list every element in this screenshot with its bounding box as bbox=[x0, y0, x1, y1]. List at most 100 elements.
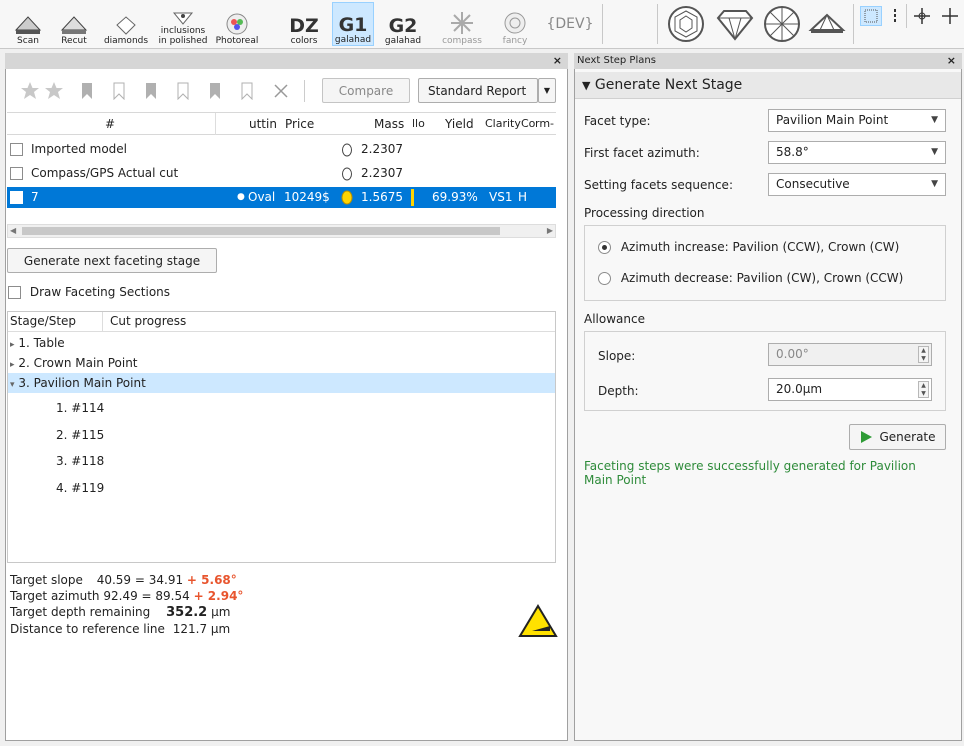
bottom-view-button[interactable] bbox=[760, 2, 804, 46]
spin-arrows-icon[interactable]: ▲ ▼ bbox=[918, 381, 929, 398]
move-tool-button[interactable] bbox=[912, 6, 934, 26]
col-color-icon[interactable]: llo bbox=[412, 113, 425, 135]
bookmark-icon[interactable] bbox=[208, 82, 222, 100]
col-mass[interactable]: Mass bbox=[374, 113, 404, 135]
chevron-down-icon: ▼ bbox=[931, 179, 938, 189]
sequence-select[interactable]: Consecutive ▼ bbox=[768, 173, 946, 196]
models-toolbar bbox=[20, 80, 320, 102]
target-info: Target slope 40.59 = 34.91 + 5.68° Targe… bbox=[10, 572, 430, 637]
row-checkbox[interactable] bbox=[10, 167, 23, 180]
chevron-down-icon[interactable]: ▾ bbox=[10, 380, 15, 390]
horizontal-scrollbar[interactable]: ◀ ▶ bbox=[7, 224, 556, 238]
azimuth-increase-radio[interactable]: Azimuth increase: Pavilion (CCW), Crown … bbox=[598, 240, 899, 254]
bookmark-outline-icon[interactable] bbox=[240, 82, 254, 100]
chevron-right-icon[interactable]: ▸ bbox=[10, 340, 15, 350]
compare-button[interactable]: Compare bbox=[322, 78, 410, 103]
close-icon[interactable]: × bbox=[947, 53, 956, 69]
draw-sections-checkbox[interactable]: Draw Faceting Sections bbox=[8, 284, 170, 302]
toolbar-divider bbox=[304, 80, 305, 102]
sequence-label: Setting facets sequence: bbox=[584, 178, 733, 192]
bookmark-outline-icon[interactable] bbox=[176, 82, 190, 100]
status-message: Faceting steps were successfully generat… bbox=[584, 459, 916, 487]
first-azimuth-select[interactable]: 58.8° ▼ bbox=[768, 141, 946, 164]
toolbar-divider bbox=[602, 4, 603, 44]
dz-colors-button[interactable]: DZ colors bbox=[283, 2, 325, 46]
bookmark-icon[interactable] bbox=[144, 82, 158, 100]
col-form[interactable]: rm- bbox=[535, 113, 554, 135]
table-row-selected[interactable]: 7 ● Oval 10249$ 1.5675 69.93% VS1 H bbox=[7, 187, 556, 208]
col-clarity[interactable]: Clarity bbox=[485, 113, 525, 135]
diamond-profile-icon bbox=[808, 13, 846, 33]
grid-view-button[interactable] bbox=[860, 6, 882, 26]
compass-button[interactable]: compass bbox=[440, 2, 484, 46]
chevron-down-icon: ▼ bbox=[931, 147, 938, 157]
scrollbar-thumb[interactable] bbox=[22, 227, 500, 235]
grid-icon bbox=[864, 9, 878, 23]
col-yield[interactable]: Yield bbox=[445, 113, 474, 135]
tree-item[interactable]: ▸ 1. Table bbox=[8, 333, 555, 353]
fancy-button[interactable]: fancy bbox=[495, 2, 535, 46]
close-icon[interactable]: × bbox=[553, 53, 562, 69]
generate-button[interactable]: Generate bbox=[849, 424, 946, 450]
facet-type-select[interactable]: Pavilion Main Point ▼ bbox=[768, 109, 946, 132]
report-dropdown-button[interactable]: ▼ bbox=[538, 78, 556, 103]
tree-item-selected[interactable]: ▾ 3. Pavilion Main Point bbox=[8, 373, 555, 393]
row-checkbox[interactable] bbox=[10, 143, 23, 156]
target-azimuth-line: Target azimuth 92.49 = 89.54 + 2.94° bbox=[10, 589, 244, 603]
col-number[interactable]: # bbox=[105, 113, 115, 135]
col-color[interactable]: Co bbox=[521, 113, 535, 135]
compass-icon bbox=[451, 12, 473, 34]
scroll-right-icon[interactable]: ▶ bbox=[547, 225, 553, 237]
col-stage-step[interactable]: Stage/Step bbox=[10, 312, 76, 331]
col-cutting[interactable]: uttin bbox=[249, 113, 277, 135]
slope-label: Slope: bbox=[598, 349, 636, 363]
standard-report-button[interactable]: Standard Report bbox=[418, 78, 538, 103]
bookmark-icon[interactable] bbox=[80, 82, 94, 100]
step-item[interactable]: 2. #115 bbox=[56, 425, 104, 445]
spin-arrows-icon[interactable]: ▲ ▼ bbox=[918, 346, 929, 363]
scroll-left-icon[interactable]: ◀ bbox=[10, 225, 16, 237]
step-item[interactable]: 3. #118 bbox=[56, 451, 104, 471]
col-price[interactable]: Price bbox=[285, 113, 314, 135]
table-row[interactable]: Imported model 2.2307 bbox=[7, 139, 556, 160]
list-view-button[interactable] bbox=[888, 6, 902, 26]
scan-button[interactable]: Scan bbox=[8, 2, 48, 46]
round-view-button[interactable] bbox=[664, 2, 708, 46]
generate-next-stage-button[interactable]: Generate next faceting stage bbox=[7, 248, 217, 273]
step-item[interactable]: 1. #114 bbox=[56, 398, 104, 418]
target-depth-line: Target depth remaining 352.2 μm bbox=[10, 605, 231, 620]
table-row[interactable]: Compass/GPS Actual cut 2.2307 bbox=[7, 163, 556, 184]
move-icon bbox=[914, 8, 930, 24]
photoreal-icon bbox=[226, 13, 248, 35]
main-toolbar: Scan Recut diamonds inclusions in polish… bbox=[0, 0, 964, 49]
step-item[interactable]: 4. #119 bbox=[56, 478, 104, 498]
bookmark-outline-icon[interactable] bbox=[112, 82, 126, 100]
side-view-button[interactable] bbox=[712, 2, 758, 46]
star-icon[interactable] bbox=[44, 80, 64, 100]
recut-button[interactable]: Recut bbox=[54, 2, 94, 46]
round-diamond-top-icon bbox=[668, 6, 704, 42]
move-axis-button[interactable] bbox=[940, 6, 962, 26]
toolbar-divider bbox=[657, 4, 658, 44]
azimuth-decrease-radio[interactable]: Azimuth decrease: Pavilion (CW), Crown (… bbox=[598, 271, 903, 285]
right-panel-titlebar: Next Step Plans × bbox=[574, 53, 962, 69]
recut-icon bbox=[60, 16, 88, 34]
tree-item[interactable]: ▸ 2. Crown Main Point bbox=[8, 353, 555, 373]
chevron-right-icon[interactable]: ▸ bbox=[10, 360, 15, 370]
dev-button[interactable]: {DEV} bbox=[546, 2, 594, 46]
chevron-down-icon: ▼ bbox=[931, 115, 938, 125]
delete-icon[interactable] bbox=[272, 82, 290, 100]
g2-galahad-button[interactable]: G2 galahad bbox=[382, 2, 424, 46]
slope-spinbox[interactable]: 0.00° ▲ ▼ bbox=[768, 343, 932, 366]
col-cut-progress[interactable]: Cut progress bbox=[110, 312, 186, 331]
profile-view-button[interactable] bbox=[806, 2, 848, 46]
inclusions-button[interactable]: inclusions in polished bbox=[158, 2, 208, 46]
diamonds-button[interactable]: diamonds bbox=[102, 2, 150, 46]
g1-galahad-button[interactable]: G1 galahad bbox=[332, 2, 374, 46]
star-icon[interactable] bbox=[20, 80, 40, 100]
photoreal-button[interactable]: Photoreal bbox=[212, 2, 262, 46]
depth-spinbox[interactable]: 20.0μm ▲ ▼ bbox=[768, 378, 932, 401]
fancy-icon bbox=[504, 12, 526, 34]
generate-next-stage-section[interactable]: ▼ Generate Next Stage bbox=[575, 72, 961, 99]
row-checkbox[interactable] bbox=[10, 191, 23, 204]
